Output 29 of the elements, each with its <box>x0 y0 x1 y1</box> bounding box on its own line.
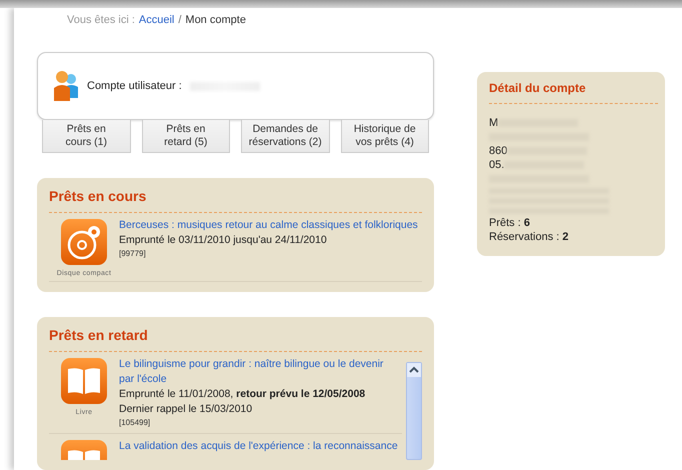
section-title: Prêts en retard <box>49 327 422 352</box>
detail-text: 860 <box>489 144 508 158</box>
detail-text: M <box>489 116 498 130</box>
panel-title: Détail du compte <box>489 81 658 104</box>
breadcrumb-link[interactable]: Accueil <box>138 14 174 28</box>
reference-number: [99779] <box>119 248 147 260</box>
breadcrumb-separator: / <box>178 14 182 28</box>
breadcrumb-label: Vous êtes ici : <box>67 14 135 28</box>
loan-info: Emprunté le 03/11/2010 jusqu'au 24/11/2010 <box>119 233 328 248</box>
section-title: Prêts en cours <box>49 188 422 213</box>
detail-text: 05. <box>489 158 504 172</box>
loan-info: Dernier rappel le 15/03/2010 <box>119 402 254 417</box>
title-link[interactable]: Berceuses : musiques retour au calme classiques et folkloriques <box>119 218 420 233</box>
scroll-up-icon[interactable] <box>407 363 421 377</box>
detail-text: Réservations : 2 <box>489 230 568 244</box>
breadcrumb-current: Mon compte <box>185 14 246 28</box>
scrollbar[interactable] <box>406 362 422 460</box>
account-label: Compte utilisateur : <box>87 80 182 92</box>
title-link[interactable]: La validation des acquis de l'expérience : la reconnaissance <box>119 439 400 454</box>
tab-button[interactable]: Prêts en retard (5) <box>142 120 230 153</box>
user-icon <box>53 70 79 102</box>
book-icon <box>60 357 108 405</box>
tab-button[interactable]: Historique de vos prêts (4) <box>340 120 429 153</box>
tab-button[interactable]: Prêts en cours (1) <box>42 120 130 153</box>
title-link[interactable]: Le bilinguisme pour grandir : naître bilingue ou le devenir par l'école <box>119 357 400 387</box>
reference-number: [105499] <box>119 417 152 429</box>
tab-button[interactable]: Demandes de réservations (2) <box>241 120 330 153</box>
detail-text: Prêts : 6 <box>489 216 530 230</box>
loan-info: Emprunté le 11/01/2008, retour prévu le 12/05/2008 <box>119 387 366 402</box>
